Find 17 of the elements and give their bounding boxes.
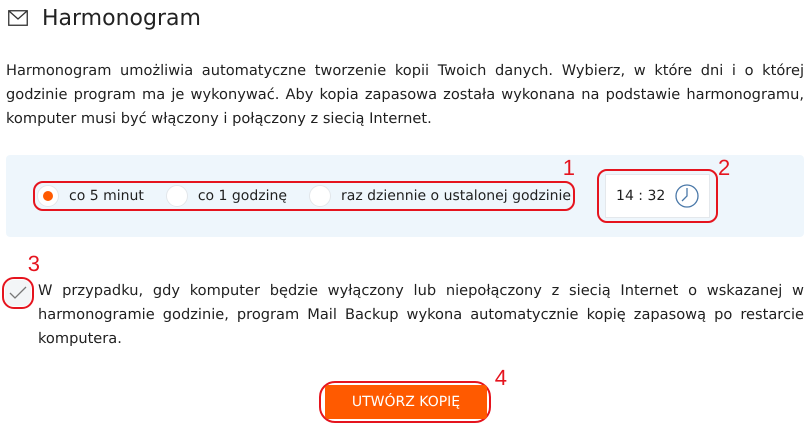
option-label[interactable]: raz dziennie o ustalonej godzinie [340, 188, 572, 204]
checkmark-icon [9, 286, 27, 300]
clock-icon [675, 184, 700, 208]
radio-button[interactable] [166, 185, 188, 207]
envelope-icon [8, 10, 28, 26]
callout-number: 2 [718, 157, 730, 179]
fallback-text: W przypadku, gdy komputer będzie wyłączony lub niepołączony z siecią Internet o wskazanej w harmonogramie godzinie, program Mail Backup wykona automatycznie kopię zapasową po restarcie komputera. [38, 281, 804, 349]
radio-button[interactable] [37, 185, 59, 207]
callout-number: 3 [28, 253, 40, 275]
callout-number: 4 [494, 367, 507, 389]
callout-number: 1 [562, 157, 576, 179]
option-label[interactable]: co 1 godzinę [198, 188, 287, 204]
description-text: Harmonogram umożliwia automatyczne tworzenie kopii Twoich danych. Wybierz, w które dni i o której godzinie program ma je wykonywać. Aby kopia zapasowa została wykonana na podstawie harmonogramu, komputer musi być włączony i połączony z siecią Internet. [6, 61, 804, 129]
option-label[interactable]: co 5 minut [69, 188, 144, 204]
time-field[interactable]: 14 : 32 [605, 174, 710, 218]
page-title: Harmonogram [42, 6, 201, 30]
radio-button[interactable] [308, 185, 331, 207]
